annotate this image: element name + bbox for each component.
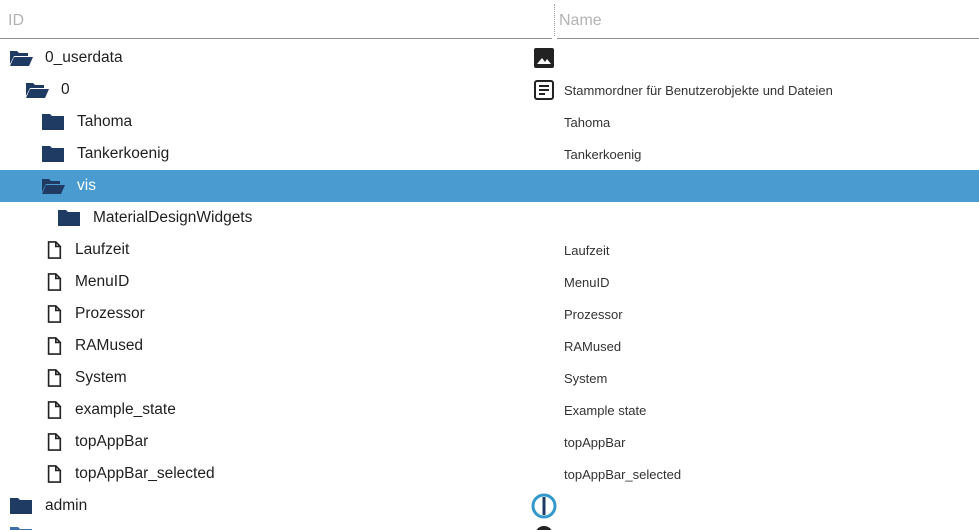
tree-row-id: topAppBar: [75, 433, 149, 450]
tree-row-id: System: [75, 369, 127, 386]
tree-row-name: Tankerkoenig: [564, 147, 642, 162]
document-icon: [534, 80, 554, 100]
tree-row-id: vis: [77, 177, 96, 194]
id-filter-placeholder: ID: [8, 12, 24, 29]
tree-row[interactable]: Prozessor Prozessor: [0, 298, 979, 330]
tree-row-id: RAMused: [75, 337, 144, 354]
file-icon: [47, 241, 62, 259]
tree-row-name: Stammordner für Benutzerobjekte und Date…: [564, 83, 833, 98]
iobroker-icon: [531, 493, 557, 519]
folder-icon[interactable]: [41, 145, 65, 163]
folder-open-icon[interactable]: [9, 49, 33, 67]
tree-row[interactable]: Tankerkoenig Tankerkoenig: [0, 138, 979, 170]
file-icon: [47, 401, 62, 419]
tree-row-id: MenuID: [75, 273, 130, 290]
tree-row-name: Laufzeit: [564, 243, 610, 258]
tree-row-id: MaterialDesignWidgets: [93, 209, 253, 226]
tree-row[interactable]: admin: [0, 490, 979, 522]
tree-row[interactable]: Tahoma Tahoma: [0, 106, 979, 138]
folder-open-icon[interactable]: [25, 81, 49, 99]
tree-row-id: admin: [45, 497, 88, 514]
tree-row-name: Example state: [564, 403, 647, 418]
file-icon: [47, 305, 62, 323]
tree-row-id: Laufzeit: [75, 241, 130, 258]
tree-row-name: Prozessor: [564, 307, 623, 322]
image-icon: [534, 48, 554, 68]
tree-row-id: 0: [61, 81, 70, 98]
tree-row-id: 0_userdata: [45, 49, 123, 66]
file-icon: [47, 465, 62, 483]
tree-row[interactable]: topAppBar topAppBar: [0, 426, 979, 458]
tree-row-selected[interactable]: vis: [0, 170, 979, 202]
tree-row[interactable]: 0 Stammordner für Benutzerobjekte und Da…: [0, 74, 979, 106]
tree-row-name: Tahoma: [564, 115, 611, 130]
tree-row-name: System: [564, 371, 608, 386]
tree-row-name: topAppBar_selected: [564, 467, 682, 482]
column-divider[interactable]: [554, 4, 555, 36]
tree-row[interactable]: 0_userdata: [0, 42, 979, 74]
file-icon: [47, 273, 62, 291]
folder-icon[interactable]: [41, 113, 65, 131]
tree-row[interactable]: topAppBar_selected topAppBar_selected: [0, 458, 979, 490]
file-icon: [47, 369, 62, 387]
tree-row-name: MenuID: [564, 275, 610, 290]
tree-row-name: RAMused: [564, 339, 622, 354]
file-icon: [47, 433, 62, 451]
tree-row[interactable]: System System: [0, 362, 979, 394]
name-filter-placeholder: Name: [559, 12, 602, 29]
tree-row[interactable]: MenuID MenuID: [0, 266, 979, 298]
tree-header: ID Name: [0, 0, 979, 42]
file-icon: [47, 337, 62, 355]
tree-row-id: Prozessor: [75, 305, 145, 322]
tree-row[interactable]: Laufzeit Laufzeit: [0, 234, 979, 266]
tree-row-name: topAppBar: [564, 435, 626, 450]
folder-icon[interactable]: [9, 497, 33, 515]
tree-row-id: Tankerkoenig: [77, 145, 170, 162]
tree-row[interactable]: RAMused RAMused: [0, 330, 979, 362]
folder-icon[interactable]: [57, 209, 81, 227]
tree-row[interactable]: example_state Example state: [0, 394, 979, 426]
tree-row-id: Tahoma: [77, 113, 133, 130]
tree-row-partial[interactable]: [0, 522, 979, 530]
partial-icon: [536, 526, 552, 530]
tree-row-id: topAppBar_selected: [75, 465, 215, 482]
folder-icon[interactable]: [9, 526, 33, 530]
id-filter-field[interactable]: ID: [0, 4, 552, 39]
name-filter-field[interactable]: Name: [557, 4, 979, 39]
tree-row[interactable]: MaterialDesignWidgets: [0, 202, 979, 234]
folder-open-icon[interactable]: [41, 177, 65, 195]
tree-row-id: example_state: [75, 401, 176, 418]
